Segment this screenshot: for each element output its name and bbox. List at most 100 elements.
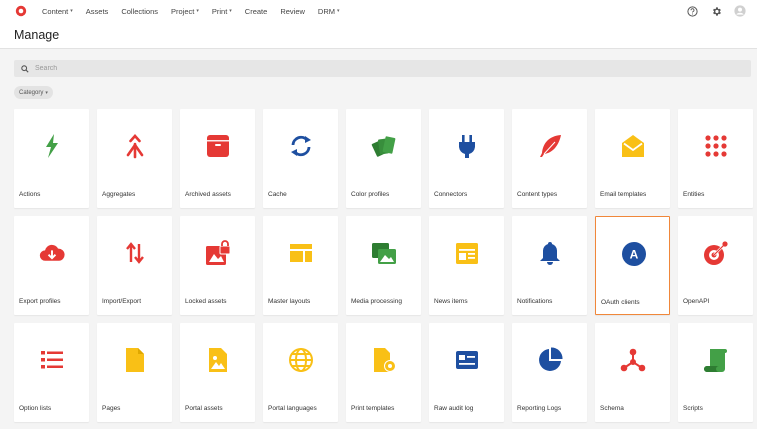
tile-portal-assets[interactable]: Portal assets xyxy=(180,323,255,422)
main-menu: Content ▾ Assets Collections Project ▾ Print ▾ C… xyxy=(42,0,353,22)
nav-item-label: Assets xyxy=(85,6,109,16)
tile-label: Schema xyxy=(600,405,624,412)
network-icon xyxy=(620,347,646,373)
tile-label: Print templates xyxy=(351,405,395,412)
target-icon xyxy=(703,240,729,266)
help-icon[interactable] xyxy=(685,4,699,18)
chevron-down-icon: ▾ xyxy=(70,8,73,14)
tile-media-processing[interactable]: Media processing xyxy=(346,216,421,315)
feather-icon xyxy=(537,133,563,159)
top-navigation-bar: Content ▾ Assets Collections Project ▾ Print ▾ C… xyxy=(0,0,757,22)
tile-label: Color profiles xyxy=(351,191,390,198)
tile-label: Locked assets xyxy=(185,298,227,305)
nav-item-label: Project xyxy=(171,6,195,16)
tile-archived-assets[interactable]: Archived assets xyxy=(180,109,255,208)
arrows-updown-icon xyxy=(122,240,148,266)
tile-label: Export profiles xyxy=(19,298,61,305)
tile-label: OAuth clients xyxy=(601,299,640,306)
page-header: Manage xyxy=(0,22,757,49)
newspaper-icon xyxy=(454,240,480,266)
oauth-icon: A xyxy=(621,241,647,267)
archive-icon xyxy=(205,133,231,159)
chevron-down-icon: ▾ xyxy=(45,89,48,96)
bolt-icon xyxy=(39,133,65,159)
nav-item-content[interactable]: Content ▾ xyxy=(42,7,73,16)
tile-label: Cache xyxy=(268,191,287,198)
tile-option-lists[interactable]: Option lists xyxy=(14,323,89,422)
user-avatar-icon[interactable] xyxy=(733,4,747,18)
chevron-down-icon: ▾ xyxy=(229,8,232,14)
search-icon xyxy=(21,64,29,73)
plug-icon xyxy=(454,133,480,159)
tile-cache[interactable]: Cache xyxy=(263,109,338,208)
settings-gear-icon[interactable] xyxy=(709,4,723,18)
tile-openapi[interactable]: OpenAPI xyxy=(678,216,753,315)
tile-scripts[interactable]: Scripts xyxy=(678,323,753,422)
sync-icon xyxy=(288,133,314,159)
tile-oauth-clients[interactable]: A OAuth clients xyxy=(595,216,670,315)
tile-master-layouts[interactable]: Master layouts xyxy=(263,216,338,315)
tile-reporting-logs[interactable]: Reporting Logs xyxy=(512,323,587,422)
tile-export-profiles[interactable]: Export profiles xyxy=(14,216,89,315)
category-filter-label: Category xyxy=(19,89,44,96)
nav-item-label: DRM xyxy=(317,6,335,16)
nav-item-create[interactable]: Create xyxy=(245,7,268,16)
nav-item-review[interactable]: Review xyxy=(280,7,305,16)
tile-content-types[interactable]: Content types xyxy=(512,109,587,208)
nav-item-assets[interactable]: Assets xyxy=(86,7,109,16)
svg-text:A: A xyxy=(630,248,639,262)
brand-logo-icon[interactable] xyxy=(15,5,27,17)
tile-label: Import/Export xyxy=(102,298,142,305)
tile-portal-languages[interactable]: Portal languages xyxy=(263,323,338,422)
tile-label: Entities xyxy=(683,191,705,198)
page-icon xyxy=(122,347,148,373)
tile-label: Master layouts xyxy=(268,298,311,305)
tile-print-templates[interactable]: Print templates xyxy=(346,323,421,422)
image-file-icon xyxy=(205,347,231,373)
search-input[interactable] xyxy=(35,65,715,72)
category-filter-dropdown[interactable]: Category ▾ xyxy=(14,86,53,99)
tile-label: Reporting Logs xyxy=(517,405,562,412)
scroll-icon xyxy=(703,347,729,373)
tile-label: Portal assets xyxy=(185,405,223,412)
nav-item-collections[interactable]: Collections xyxy=(121,7,158,16)
list-icon xyxy=(39,347,65,373)
tile-news-items[interactable]: News items xyxy=(429,216,504,315)
id-card-icon xyxy=(454,347,480,373)
tile-email-templates[interactable]: Email templates xyxy=(595,109,670,208)
image-lock-icon xyxy=(205,240,231,266)
bell-icon xyxy=(537,240,563,266)
merge-icon xyxy=(122,133,148,159)
tile-schema[interactable]: Schema xyxy=(595,323,670,422)
tile-actions[interactable]: Actions xyxy=(14,109,89,208)
tile-label: Actions xyxy=(19,191,41,198)
globe-icon xyxy=(288,347,314,373)
cloud-download-icon xyxy=(39,240,65,266)
file-gear-icon xyxy=(371,347,397,373)
layout-icon xyxy=(288,240,314,266)
nav-item-project[interactable]: Project ▾ xyxy=(171,7,199,16)
tile-label: Archived assets xyxy=(185,191,231,198)
tile-notifications[interactable]: Notifications xyxy=(512,216,587,315)
tile-raw-audit-log[interactable]: Raw audit log xyxy=(429,323,504,422)
tile-label: Connectors xyxy=(434,191,468,198)
tile-pages[interactable]: Pages xyxy=(97,323,172,422)
tile-locked-assets[interactable]: Locked assets xyxy=(180,216,255,315)
swatches-icon xyxy=(371,133,397,159)
tile-entities[interactable]: Entities xyxy=(678,109,753,208)
tile-import-export[interactable]: Import/Export xyxy=(97,216,172,315)
tile-connectors[interactable]: Connectors xyxy=(429,109,504,208)
tile-label: Scripts xyxy=(683,405,703,412)
nav-item-label: Review xyxy=(280,6,305,16)
tile-aggregates[interactable]: Aggregates xyxy=(97,109,172,208)
nav-item-drm[interactable]: DRM ▾ xyxy=(318,7,340,16)
images-icon xyxy=(371,240,397,266)
tile-label: Option lists xyxy=(19,405,52,412)
nav-item-label: Create xyxy=(244,6,268,16)
page-title: Manage xyxy=(14,28,60,42)
nav-item-print[interactable]: Print ▾ xyxy=(212,7,232,16)
nav-item-label: Collections xyxy=(121,6,158,16)
search-bar[interactable] xyxy=(14,60,751,77)
nav-item-label: Content xyxy=(42,6,69,16)
tile-color-profiles[interactable]: Color profiles xyxy=(346,109,421,208)
